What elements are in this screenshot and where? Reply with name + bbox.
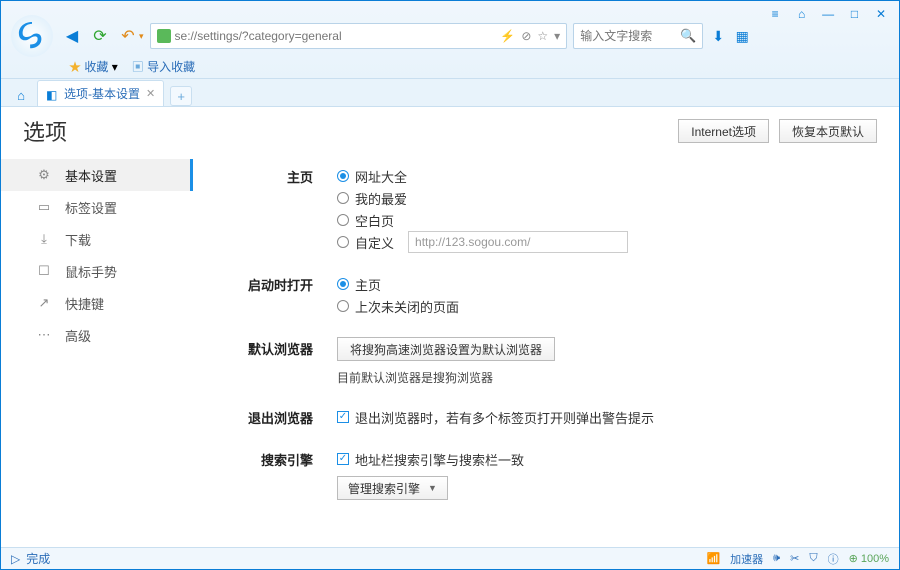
section-search-label: 搜索引擎 <box>223 448 313 500</box>
sidebar-item-tabs[interactable]: ▭标签设置 <box>1 191 193 223</box>
search-input[interactable] <box>580 29 680 43</box>
internet-options-button[interactable]: Internet选项 <box>678 119 769 143</box>
sidebar-item-download[interactable]: ⤓下载 <box>1 223 193 255</box>
radio-startup-last[interactable] <box>337 300 349 312</box>
compat-icon: ⊘ <box>521 29 531 43</box>
screenshot-icon[interactable]: ✂ <box>790 552 799 565</box>
shield-status-icon[interactable]: ⛉ <box>809 552 817 565</box>
set-default-browser-button[interactable]: 将搜狗高速浏览器设置为默认浏览器 <box>337 337 555 361</box>
checkbox-exit-warn[interactable]: ✓ <box>337 411 349 423</box>
info-icon[interactable]: ⓘ <box>828 551 839 567</box>
play-icon[interactable]: ▷ <box>11 552 20 566</box>
import-bookmarks-link[interactable]: 导入收藏 <box>147 60 195 74</box>
manage-search-engines-button[interactable]: 管理搜索引擎▼ <box>337 476 448 500</box>
search-box[interactable]: 🔍 <box>573 23 703 49</box>
sidebar-item-shortcuts[interactable]: ↗快捷键 <box>1 287 193 319</box>
maximize-icon[interactable]: □ <box>847 8 863 20</box>
tab-title: 选项-基本设置 <box>64 85 140 102</box>
default-browser-status: 目前默认浏览器是搜狗浏览器 <box>337 369 869 386</box>
active-tab[interactable]: ◧ 选项-基本设置 ✕ <box>37 80 164 106</box>
tab-close-icon[interactable]: ✕ <box>146 87 155 100</box>
sidebar-item-advanced[interactable]: ⋯高级 <box>1 319 193 351</box>
accelerator-label[interactable]: 加速器 <box>730 551 763 567</box>
bookmarks-link[interactable]: 收藏 <box>84 60 108 74</box>
settings-sidebar: ⚙基本设置 ▭标签设置 ⤓下载 ☐鼠标手势 ↗快捷键 ⋯高级 <box>1 155 193 547</box>
wifi-icon[interactable]: 📶 <box>706 552 720 565</box>
menu-icon[interactable]: ≡ <box>767 8 783 20</box>
undo-button[interactable]: ↶ <box>117 25 139 47</box>
sound-icon[interactable]: 🕪 <box>773 552 780 565</box>
gear-icon: ⚙ <box>37 168 51 182</box>
shortcut-icon: ↗ <box>37 296 51 310</box>
section-homepage-label: 主页 <box>223 165 313 253</box>
section-startup-label: 启动时打开 <box>223 273 313 317</box>
section-exit-label: 退出浏览器 <box>223 406 313 428</box>
favorite-star-icon: ☆ <box>537 29 548 43</box>
dropdown-icon: ▾ <box>554 29 560 43</box>
site-icon <box>157 29 171 43</box>
bookmark-star-icon: ★ <box>69 60 81 74</box>
minimize-icon[interactable]: — <box>820 8 836 20</box>
restore-defaults-button[interactable]: 恢复本页默认 <box>779 119 877 143</box>
more-icon: ⋯ <box>37 328 51 342</box>
custom-homepage-input[interactable] <box>408 231 628 253</box>
grid-icon[interactable]: ▦ <box>733 27 751 45</box>
zoom-level[interactable]: ⊕ 100% <box>849 552 889 565</box>
page-title: 选项 <box>23 115 67 147</box>
refresh-button[interactable]: ⟳ <box>89 25 111 47</box>
sidebar-item-gestures[interactable]: ☐鼠标手势 <box>1 255 193 287</box>
home-button[interactable]: ⌂ <box>9 84 33 106</box>
new-tab-button[interactable]: + <box>170 86 192 106</box>
sidebar-item-general[interactable]: ⚙基本设置 <box>1 159 193 191</box>
back-button[interactable]: ◀ <box>61 25 83 47</box>
radio-home-all[interactable] <box>337 170 349 182</box>
tab-favicon: ◧ <box>46 88 58 100</box>
flash-icon: ⚡ <box>500 29 515 43</box>
radio-home-fav[interactable] <box>337 192 349 204</box>
ontop-icon[interactable]: ⌂ <box>794 8 810 20</box>
section-default-label: 默认浏览器 <box>223 337 313 386</box>
tabs-icon: ▭ <box>37 200 51 214</box>
radio-startup-home[interactable] <box>337 278 349 290</box>
caret-down-icon: ▼ <box>428 483 437 493</box>
radio-home-custom[interactable] <box>337 236 349 248</box>
download-icon[interactable]: ⬇ <box>709 27 727 45</box>
url-input[interactable] <box>175 29 497 43</box>
radio-home-blank[interactable] <box>337 214 349 226</box>
status-text: 完成 <box>26 550 50 567</box>
shield-icon: ☐ <box>37 264 51 278</box>
close-window-icon[interactable]: ✕ <box>873 8 889 20</box>
search-icon[interactable]: 🔍 <box>680 28 696 44</box>
checkbox-search-sync[interactable]: ✓ <box>337 453 349 465</box>
folder-icon: ▣ <box>132 60 144 74</box>
browser-logo <box>11 15 53 57</box>
address-bar[interactable]: ⚡ ⊘ ☆ ▾ <box>150 23 568 49</box>
download-sb-icon: ⤓ <box>37 232 51 246</box>
